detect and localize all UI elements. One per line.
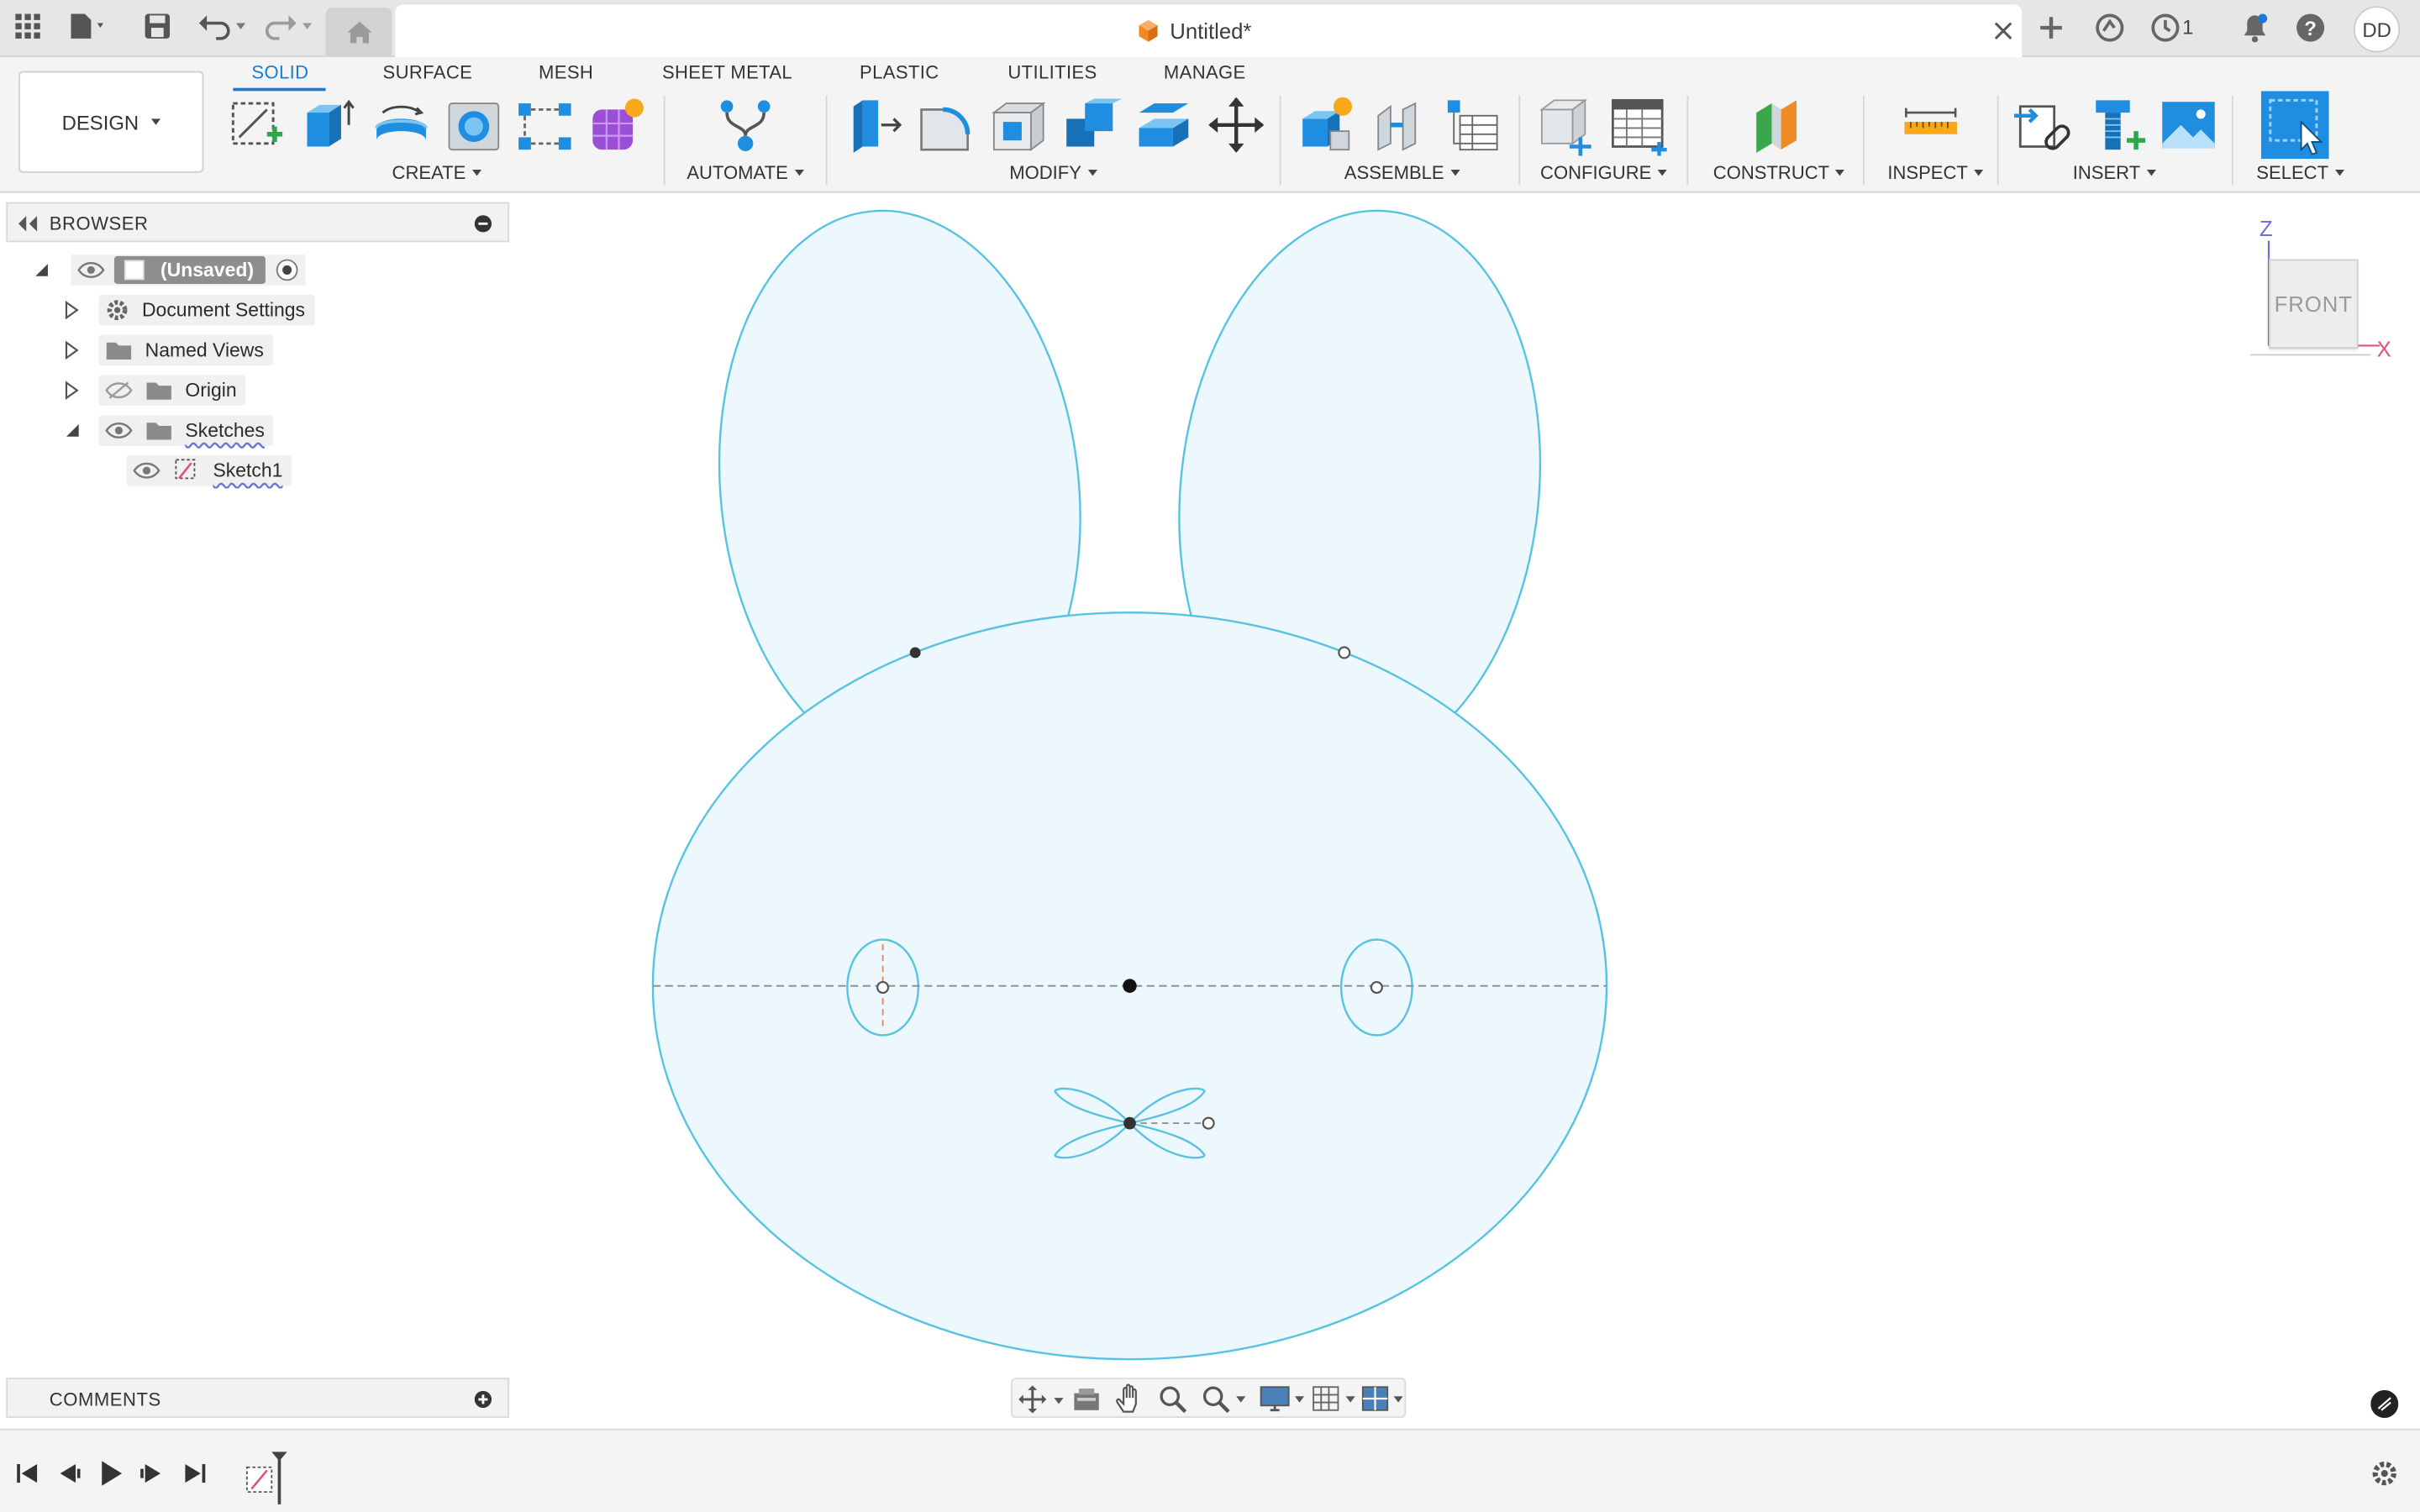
browser-panel-header[interactable]: BROWSER: [6, 202, 510, 243]
collapse-panel-icon[interactable]: [17, 216, 39, 232]
expand-comments-icon[interactable]: [474, 1390, 492, 1409]
document-settings-node[interactable]: Document Settings: [98, 294, 314, 326]
axis-x-label: X: [2376, 336, 2391, 361]
sketch-point[interactable]: [1338, 646, 1351, 659]
skip-to-end-icon[interactable]: [182, 1461, 207, 1485]
collapsed-triangle-icon[interactable]: [65, 340, 80, 360]
fit-zoom-icon[interactable]: [1201, 1384, 1250, 1415]
sketch-point[interactable]: [1123, 1116, 1136, 1130]
zoom-icon[interactable]: [1158, 1384, 1189, 1415]
gear-icon: [107, 300, 128, 321]
origin-label: Origin: [185, 379, 237, 402]
navigation-bar: [1011, 1378, 1407, 1418]
viewcube[interactable]: Z FRONT X: [2238, 213, 2407, 367]
step-back-icon[interactable]: [57, 1461, 82, 1485]
display-settings-icon[interactable]: [1260, 1384, 1309, 1415]
origin-node[interactable]: Origin: [98, 375, 246, 407]
collapsed-triangle-icon[interactable]: [65, 301, 80, 320]
browser-item-origin[interactable]: Origin: [65, 373, 246, 407]
root-label: (Unsaved): [160, 259, 255, 281]
sketch-icon: [175, 459, 196, 480]
viewports-icon[interactable]: [1361, 1384, 1407, 1415]
named-views-node[interactable]: Named Views: [98, 334, 273, 366]
sketches-node[interactable]: Sketches: [98, 415, 274, 446]
skip-to-start-icon[interactable]: [15, 1461, 39, 1485]
axis-z-label: Z: [2259, 216, 2273, 241]
browser-item-document-settings[interactable]: Document Settings: [65, 293, 314, 327]
named-views-label: Named Views: [145, 339, 264, 361]
pan-hand-icon[interactable]: [1114, 1383, 1145, 1415]
sketch1-node[interactable]: Sketch1: [126, 454, 292, 486]
look-at-icon[interactable]: [1071, 1385, 1102, 1413]
folder-icon: [146, 382, 171, 400]
browser-root-row[interactable]: (Unsaved): [34, 253, 307, 286]
fusion-app-window: Untitled* 1 ? DD DESIGN SOLID SURFACE ME…: [0, 0, 2420, 1512]
viewcube-front-face[interactable]: FRONT: [2269, 259, 2359, 349]
play-icon[interactable]: [99, 1460, 124, 1488]
visibility-eye-icon[interactable]: [77, 260, 105, 279]
browser-item-named-views[interactable]: Named Views: [65, 333, 273, 367]
root-node-selected[interactable]: (Unsaved): [113, 255, 266, 284]
expanded-triangle-icon[interactable]: [65, 423, 80, 438]
folder-icon: [146, 423, 171, 440]
sketch-point[interactable]: [909, 647, 921, 659]
document-settings-label: Document Settings: [141, 299, 305, 322]
browser-item-sketches[interactable]: Sketches: [65, 413, 274, 447]
orbit-icon[interactable]: [1018, 1385, 1065, 1414]
collapsed-triangle-icon[interactable]: [65, 381, 80, 400]
timeline-settings-gear-icon[interactable]: [2370, 1460, 2398, 1488]
root-node[interactable]: (Unsaved): [71, 255, 307, 286]
text-commands-icon[interactable]: [2370, 1389, 2399, 1418]
sketch-point[interactable]: [1370, 980, 1383, 995]
activate-radio-icon[interactable]: [276, 258, 300, 282]
comments-title: COMMENTS: [49, 1389, 161, 1410]
browser-item-sketch1[interactable]: Sketch1: [126, 454, 292, 487]
comments-panel-header[interactable]: COMMENTS: [6, 1378, 510, 1418]
timeline-sketch-feature-icon[interactable]: [244, 1446, 290, 1507]
expanded-triangle-icon[interactable]: [34, 262, 49, 277]
sketch1-label: Sketch1: [213, 459, 283, 482]
sketch-point[interactable]: [1202, 1116, 1215, 1130]
timeline-bar: [0, 1428, 2420, 1512]
sketches-label: Sketches: [185, 419, 265, 442]
center-point[interactable]: [1123, 979, 1137, 993]
minimize-panel-icon[interactable]: [474, 214, 492, 233]
visibility-eye-icon[interactable]: [105, 421, 133, 439]
folder-icon: [106, 342, 132, 360]
grid-settings-icon[interactable]: [1312, 1384, 1361, 1415]
bunny-sketch[interactable]: [651, 192, 1608, 1361]
sketch-point[interactable]: [876, 980, 890, 995]
browser-title: BROWSER: [49, 213, 149, 235]
document-icon: [124, 260, 145, 281]
step-forward-icon[interactable]: [139, 1461, 163, 1485]
hidden-eye-icon[interactable]: [105, 381, 133, 400]
visibility-eye-icon[interactable]: [133, 461, 160, 480]
